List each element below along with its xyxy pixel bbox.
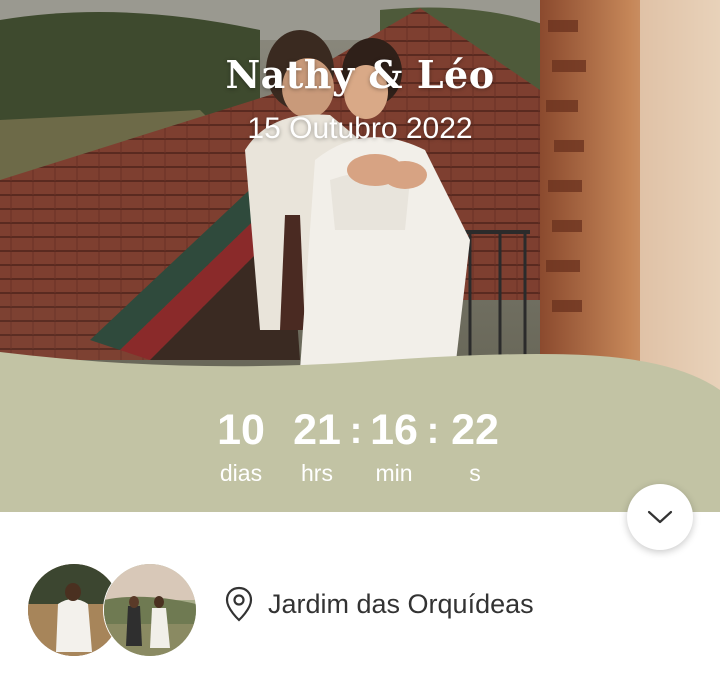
venue-name: Jardim das Orquídeas <box>268 588 534 619</box>
couple-names-title: Nathy & Léo <box>225 52 495 97</box>
location-pin-icon <box>225 586 253 622</box>
couple-avatars <box>27 563 197 657</box>
event-date: 15 Outubro 2022 <box>247 112 473 145</box>
chevron-down-icon <box>647 510 673 524</box>
seconds-value: 22 <box>451 406 499 454</box>
avatar-photo-2 <box>103 563 197 657</box>
minutes-label: min <box>375 460 413 486</box>
countdown-timer: 10 dias 21 hrs : 16 min : 22 s <box>0 404 720 504</box>
scroll-down-button[interactable] <box>627 484 693 550</box>
venue-info[interactable]: Jardim das Orquídeas <box>224 584 534 624</box>
seconds-label: s <box>469 460 481 486</box>
countdown-seconds: 22 s <box>430 404 520 488</box>
